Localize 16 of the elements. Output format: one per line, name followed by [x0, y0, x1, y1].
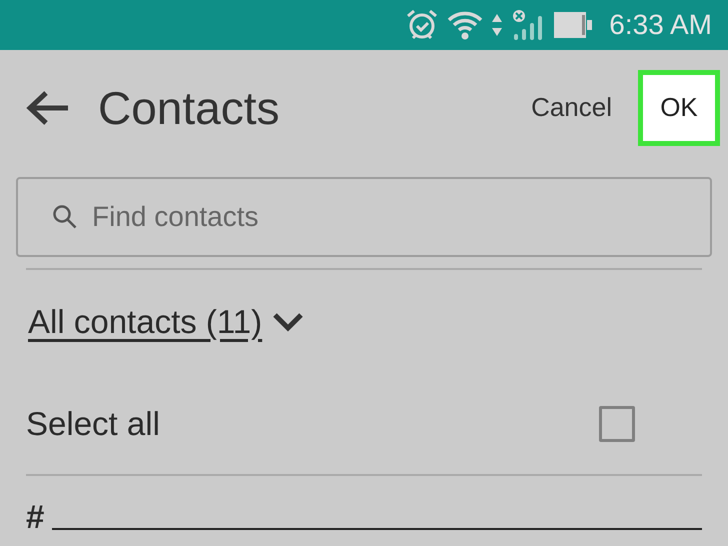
- back-arrow-icon: [26, 90, 70, 126]
- status-time: 6:33 AM: [609, 9, 712, 41]
- chevron-down-icon[interactable]: [272, 312, 304, 332]
- ok-button[interactable]: OK: [638, 70, 720, 146]
- select-all-label: Select all: [26, 405, 160, 443]
- contacts-filter-link[interactable]: All contacts (11): [28, 303, 262, 341]
- wifi-icon: [447, 10, 484, 40]
- alarm-icon: [405, 8, 440, 42]
- back-button[interactable]: [26, 90, 70, 126]
- search-field[interactable]: Find contacts: [16, 177, 712, 257]
- search-icon: [52, 204, 78, 230]
- select-all-checkbox[interactable]: [599, 406, 635, 442]
- section-header: #: [26, 498, 44, 536]
- page-title: Contacts: [98, 80, 281, 134]
- battery-icon: [553, 10, 594, 40]
- cancel-button[interactable]: Cancel: [525, 84, 618, 131]
